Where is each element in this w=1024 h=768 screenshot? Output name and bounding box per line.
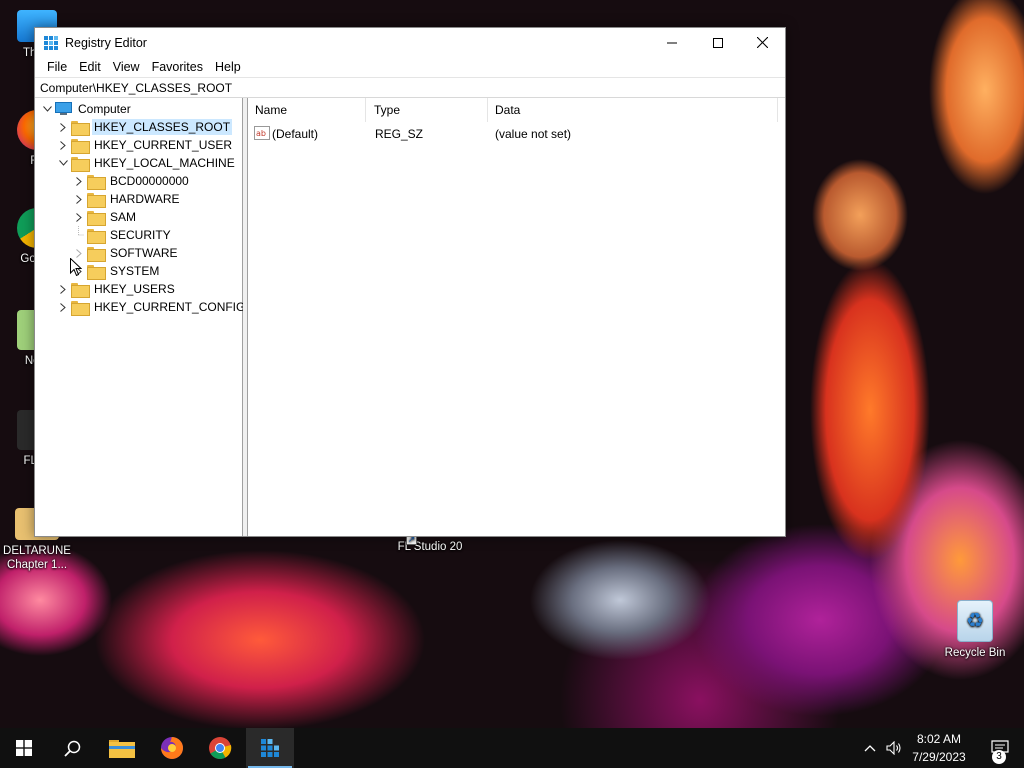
menu-edit[interactable]: Edit xyxy=(73,57,107,77)
taskbar-firefox[interactable] xyxy=(148,728,196,768)
registry-editor-icon xyxy=(261,739,279,757)
tree-item-sam[interactable]: SAM xyxy=(71,208,138,226)
desktop-icon-recycle-bin[interactable]: ♻ Recycle Bin xyxy=(938,600,1012,660)
chevron-right-icon[interactable] xyxy=(55,280,71,298)
tree-item-label: HKEY_USERS xyxy=(94,282,175,296)
file-explorer-icon xyxy=(109,740,135,758)
tree-item-label: BCD00000000 xyxy=(110,174,189,188)
tree-item-label: HKEY_CURRENT_USER xyxy=(94,138,233,152)
close-button[interactable] xyxy=(739,28,785,57)
tree-item-software[interactable]: SOFTWARE xyxy=(71,244,180,262)
taskbar: 8:02 AM 7/29/2023 3 xyxy=(0,728,1024,768)
folder-icon xyxy=(87,210,106,226)
tree-item-hkey-current-user[interactable]: HKEY_CURRENT_USER xyxy=(55,136,234,154)
chevron-right-icon[interactable] xyxy=(71,208,87,226)
values-list-pane[interactable]: Name Type Data ab (Default) REG_SZ (valu… xyxy=(247,98,785,536)
folder-icon xyxy=(71,120,90,136)
menu-help[interactable]: Help xyxy=(209,57,247,77)
chevron-right-icon[interactable] xyxy=(55,118,71,136)
minimize-button[interactable] xyxy=(649,28,695,57)
chevron-up-icon xyxy=(864,745,876,752)
svg-text:ab: ab xyxy=(256,129,266,138)
search-button[interactable] xyxy=(48,728,96,768)
menu-view[interactable]: View xyxy=(107,57,146,77)
chrome-icon xyxy=(209,737,232,759)
folder-icon xyxy=(87,246,106,262)
taskbar-chrome[interactable] xyxy=(196,728,244,768)
tree-item-hkey-classes-root[interactable]: HKEY_CLASSES_ROOT xyxy=(55,118,233,136)
show-hidden-icons-button[interactable] xyxy=(858,728,882,768)
registry-editor-icon xyxy=(44,35,58,50)
chevron-right-icon[interactable] xyxy=(55,136,71,154)
title-bar[interactable]: Registry Editor xyxy=(35,28,785,57)
volume-button[interactable] xyxy=(882,728,906,768)
menu-bar: File Edit View Favorites Help xyxy=(35,57,785,77)
desktop-icon-label: Recycle Bin xyxy=(944,647,1006,659)
desktop-icon-label: DELTARUNE Chapter 1... xyxy=(3,545,71,571)
recycle-bin-icon: ♻ xyxy=(957,600,993,642)
key-tree-pane[interactable]: Computer HKEY_CLASSES_ROOT HKEY_CURRENT_… xyxy=(35,98,245,536)
chevron-down-icon[interactable] xyxy=(39,100,55,118)
folder-icon xyxy=(87,174,106,190)
search-icon xyxy=(63,740,80,757)
tree-item-label: HKEY_CLASSES_ROOT xyxy=(92,119,233,135)
chevron-right-icon[interactable] xyxy=(55,298,71,316)
tree-item-hkey-current-config[interactable]: HKEY_CURRENT_CONFIG xyxy=(55,298,247,316)
tree-item-label: Computer xyxy=(78,102,131,116)
folder-icon xyxy=(87,228,106,244)
notification-count-badge: 3 xyxy=(992,750,1006,764)
folder-icon xyxy=(87,264,106,280)
address-bar[interactable]: Computer\HKEY_CLASSES_ROOT xyxy=(35,77,785,98)
tree-item-hardware[interactable]: HARDWARE xyxy=(71,190,182,208)
value-row[interactable]: ab (Default) REG_SZ (value not set) xyxy=(248,98,784,146)
firefox-icon xyxy=(161,737,183,759)
string-value-icon: ab xyxy=(254,126,270,140)
tree-connector xyxy=(71,226,87,244)
folder-icon xyxy=(71,300,90,316)
maximize-icon xyxy=(713,37,723,48)
tree-item-bcd00000000[interactable]: BCD00000000 xyxy=(71,172,191,190)
tree-item-hkey-users[interactable]: HKEY_USERS xyxy=(55,280,177,298)
tree-item-computer[interactable]: Computer xyxy=(39,100,133,118)
value-data: (value not set) xyxy=(495,127,572,141)
folder-icon xyxy=(71,282,90,298)
speaker-icon xyxy=(886,741,901,755)
computer-icon xyxy=(55,102,72,115)
system-clock[interactable]: 8:02 AM 7/29/2023 xyxy=(904,730,974,766)
chevron-right-icon[interactable] xyxy=(71,172,87,190)
value-name: (Default) xyxy=(272,127,319,141)
tree-item-label: HKEY_CURRENT_CONFIG xyxy=(94,300,246,314)
menu-file[interactable]: File xyxy=(41,57,73,77)
close-icon xyxy=(756,37,768,48)
taskbar-file-explorer[interactable] xyxy=(98,728,146,768)
tree-item-hkey-local-machine[interactable]: HKEY_LOCAL_MACHINE xyxy=(55,154,237,172)
maximize-button[interactable] xyxy=(695,28,741,57)
taskbar-registry-editor[interactable] xyxy=(246,728,294,768)
tree-item-label: SYSTEM xyxy=(110,264,160,278)
tree-item-security[interactable]: SECURITY xyxy=(71,226,173,244)
folder-icon xyxy=(71,156,90,172)
folder-icon xyxy=(87,192,106,208)
start-button[interactable] xyxy=(0,728,48,768)
registry-editor-window: Registry Editor File Edit View Favorites… xyxy=(34,27,786,537)
minimize-icon xyxy=(667,42,677,43)
value-type: REG_SZ xyxy=(375,127,424,141)
tree-item-label: HARDWARE xyxy=(110,192,180,206)
tree-item-label: HKEY_LOCAL_MACHINE xyxy=(94,156,235,170)
tree-item-label: SAM xyxy=(110,210,137,224)
chevron-right-icon[interactable] xyxy=(71,190,87,208)
clock-date: 7/29/2023 xyxy=(912,750,966,764)
menu-favorites[interactable]: Favorites xyxy=(146,57,209,77)
chevron-down-icon[interactable] xyxy=(55,154,71,172)
mouse-cursor-icon xyxy=(70,258,82,277)
tree-item-label: SECURITY xyxy=(110,228,171,242)
tree-item-system[interactable]: SYSTEM xyxy=(71,262,161,280)
tree-item-label: SOFTWARE xyxy=(110,246,178,260)
clock-time: 8:02 AM xyxy=(916,732,962,746)
folder-icon xyxy=(71,138,90,154)
windows-start-icon xyxy=(16,740,32,756)
window-title: Registry Editor xyxy=(65,35,147,50)
